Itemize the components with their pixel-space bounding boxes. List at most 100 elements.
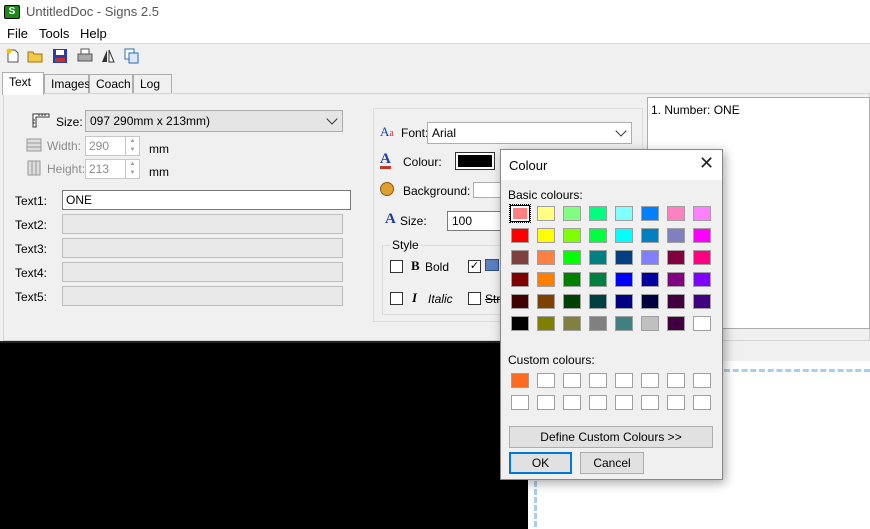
colour-swatch[interactable]: [615, 316, 633, 331]
mirror-icon[interactable]: [100, 48, 116, 64]
menu-help[interactable]: Help: [80, 26, 107, 41]
width-spinner[interactable]: 290 ▲ ▼: [85, 136, 140, 156]
colour-swatch[interactable]: [667, 228, 685, 243]
colour-swatch[interactable]: [693, 206, 711, 221]
colour-swatch[interactable]: [641, 373, 659, 388]
print-icon[interactable]: [77, 48, 93, 64]
colour-swatch[interactable]: [693, 272, 711, 287]
font-dropdown[interactable]: Arial: [427, 122, 632, 144]
colour-swatch[interactable]: [615, 250, 633, 265]
colour-swatch[interactable]: [589, 250, 607, 265]
colour-swatch[interactable]: [641, 228, 659, 243]
colour-swatch[interactable]: [667, 206, 685, 221]
colour-swatch[interactable]: [511, 395, 529, 410]
text3-input[interactable]: [62, 238, 343, 258]
font-size-input[interactable]: 100: [447, 211, 502, 231]
colour-swatch[interactable]: [615, 272, 633, 287]
colour-swatch[interactable]: [537, 395, 555, 410]
colour-swatch[interactable]: [511, 272, 529, 287]
tab-coach[interactable]: Coach: [89, 74, 133, 94]
text4-input[interactable]: [62, 262, 343, 282]
text5-input[interactable]: [62, 286, 343, 306]
colour-swatch[interactable]: [511, 228, 529, 243]
colour-swatch[interactable]: [589, 373, 607, 388]
size-dropdown[interactable]: 097 290mm x 213mm): [85, 110, 343, 132]
bold-checkbox[interactable]: [390, 260, 403, 273]
colour-swatch[interactable]: [667, 316, 685, 331]
colour-swatch[interactable]: [511, 373, 529, 388]
colour-swatch[interactable]: [537, 294, 555, 309]
colour-swatch[interactable]: [511, 294, 529, 309]
colour-swatch[interactable]: [537, 206, 555, 221]
colour-swatch[interactable]: [667, 395, 685, 410]
menu-tools[interactable]: Tools: [39, 26, 69, 41]
colour-swatch[interactable]: [641, 206, 659, 221]
colour-swatch[interactable]: [563, 272, 581, 287]
colour-swatch[interactable]: [511, 316, 529, 331]
preview-canvas[interactable]: [0, 341, 528, 529]
colour-swatch[interactable]: [589, 316, 607, 331]
strike-checkbox[interactable]: [468, 292, 481, 305]
colour-swatch[interactable]: [667, 294, 685, 309]
colour-swatch[interactable]: [589, 228, 607, 243]
colour-swatch[interactable]: [589, 272, 607, 287]
colour-swatch[interactable]: [563, 206, 581, 221]
colour-swatch[interactable]: [537, 228, 555, 243]
tab-log[interactable]: Log: [133, 74, 172, 94]
colour-swatch[interactable]: [563, 294, 581, 309]
spin-down-icon[interactable]: ▼: [126, 169, 139, 178]
text1-input[interactable]: ONE: [62, 190, 351, 210]
colour-swatch[interactable]: [693, 395, 711, 410]
colour-swatch[interactable]: [641, 395, 659, 410]
tab-images[interactable]: Images: [44, 74, 90, 94]
colour-swatch[interactable]: [563, 228, 581, 243]
colour-swatch[interactable]: [693, 316, 711, 331]
new-file-icon[interactable]: [5, 48, 21, 64]
background-button[interactable]: [473, 182, 503, 198]
colour-swatch[interactable]: [563, 373, 581, 388]
colour-swatch[interactable]: [615, 373, 633, 388]
italic-checkbox[interactable]: [390, 292, 403, 305]
colour-swatch[interactable]: [537, 250, 555, 265]
cancel-button[interactable]: Cancel: [580, 452, 644, 474]
number-list-item[interactable]: 1. Number: ONE: [648, 98, 869, 122]
colour-swatch[interactable]: [693, 373, 711, 388]
colour-swatch[interactable]: [537, 316, 555, 331]
spin-down-icon[interactable]: ▼: [126, 146, 139, 155]
colour-swatch[interactable]: [615, 294, 633, 309]
colour-swatch[interactable]: [667, 250, 685, 265]
define-custom-colours-button[interactable]: Define Custom Colours >>: [509, 426, 713, 448]
colour-swatch[interactable]: [537, 373, 555, 388]
colour-swatch[interactable]: [537, 272, 555, 287]
ok-button[interactable]: OK: [509, 452, 572, 474]
copy-icon[interactable]: [124, 48, 140, 64]
colour-swatch[interactable]: [667, 373, 685, 388]
colour-swatch[interactable]: [563, 316, 581, 331]
colour-swatch[interactable]: [509, 204, 531, 223]
colour-swatch[interactable]: [641, 316, 659, 331]
colour-swatch[interactable]: [641, 294, 659, 309]
colour-swatch[interactable]: [589, 206, 607, 221]
colour-swatch[interactable]: [615, 395, 633, 410]
height-spinner[interactable]: 213 ▲ ▼: [85, 159, 140, 179]
colour-swatch[interactable]: [667, 272, 685, 287]
colour-swatch[interactable]: [693, 250, 711, 265]
colour-swatch[interactable]: [615, 228, 633, 243]
text2-input[interactable]: [62, 214, 343, 234]
colour-swatch[interactable]: [693, 228, 711, 243]
open-folder-icon[interactable]: [27, 48, 43, 64]
save-icon[interactable]: [52, 48, 68, 64]
spin-up-icon[interactable]: ▲: [126, 137, 139, 146]
colour-swatch[interactable]: [641, 250, 659, 265]
spin-up-icon[interactable]: ▲: [126, 160, 139, 169]
colour-swatch[interactable]: [589, 395, 607, 410]
tab-text[interactable]: Text: [2, 72, 44, 95]
colour-swatch[interactable]: [615, 206, 633, 221]
colour-swatch[interactable]: [589, 294, 607, 309]
menu-file[interactable]: File: [7, 26, 28, 41]
colour-swatch[interactable]: [563, 250, 581, 265]
colour-swatch[interactable]: [511, 250, 529, 265]
outline-checkbox[interactable]: ✓: [468, 260, 481, 273]
colour-button[interactable]: [455, 152, 495, 170]
colour-swatch[interactable]: [693, 294, 711, 309]
